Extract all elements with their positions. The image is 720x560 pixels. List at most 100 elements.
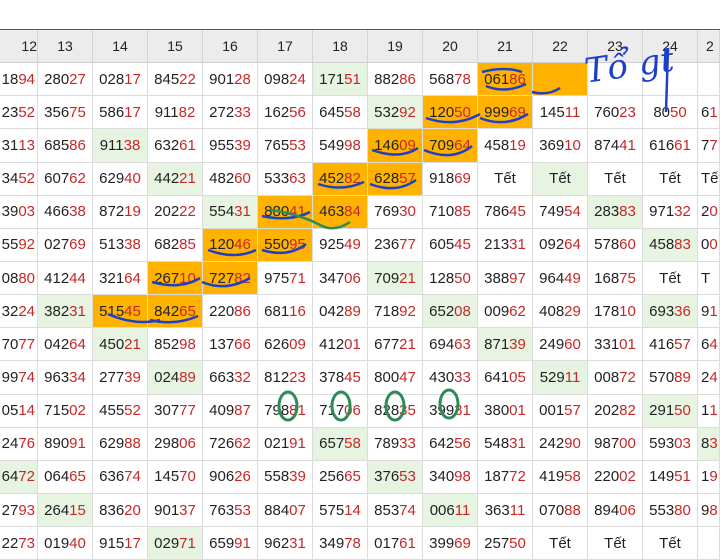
number-tail: 08 (454, 302, 471, 320)
number-head: 6 (701, 335, 710, 353)
number-tail: 71 (289, 269, 306, 287)
result-cell: 34 52 (0, 162, 38, 196)
number-head: 029 (154, 534, 180, 552)
result-cell: 482 60 (203, 162, 258, 196)
number-tail: 53 (399, 468, 416, 486)
result-cell: 749 54 (533, 195, 588, 229)
number-head: Tết (549, 170, 571, 188)
number-head: 463 (319, 203, 345, 221)
number-head: 042 (44, 335, 70, 353)
number-tail: 57 (564, 402, 581, 420)
number-head: 466 (44, 203, 70, 221)
result-cell: 24 76 (0, 427, 38, 461)
number-tail: 40 (69, 534, 86, 552)
number-head: 340 (429, 468, 455, 486)
number-tail: 74 (399, 501, 416, 519)
number-tail: 31 (289, 534, 306, 552)
number-head: 009 (484, 302, 510, 320)
result-cell: 213 31 (478, 228, 533, 262)
number-tail: 61 (674, 136, 691, 154)
number-head: 906 (209, 468, 235, 486)
number-head: 663 (209, 368, 235, 386)
number-head: 718 (374, 302, 400, 320)
number-tail: 17 (124, 103, 141, 121)
result-cell: Tết (588, 527, 643, 560)
number-head: Tết (494, 170, 516, 188)
number-head: 213 (484, 236, 510, 254)
number-head: 021 (264, 435, 290, 453)
number-head: 349 (319, 534, 345, 552)
number-head: 852 (154, 335, 180, 353)
number-head: 092 (539, 236, 565, 254)
number-tail: 37 (179, 501, 196, 519)
number-tail: 1 (709, 302, 718, 320)
number-tail: 71 (179, 534, 196, 552)
result-cell: 727 82 (203, 261, 258, 296)
number-tail: 39 (124, 368, 141, 386)
result-cell: 682 85 (148, 228, 203, 262)
day-header: 23 (588, 30, 643, 64)
result-cell: 61 (698, 96, 720, 130)
result-cell: 55 92 (0, 228, 38, 262)
number-head: 442 (154, 170, 180, 188)
number-head: 548 (484, 435, 510, 453)
result-cell: 884 07 (258, 493, 313, 528)
number-tail: 9 (709, 468, 718, 486)
result-cell: 277 39 (93, 361, 148, 395)
result-cell: 529 11 (533, 361, 588, 395)
result-cell: 607 62 (38, 162, 93, 196)
number-tail: 10 (179, 269, 196, 287)
number-tail: 90 (564, 435, 581, 453)
result-cell: 399 69 (423, 527, 478, 560)
result-cell: 593 03 (643, 427, 698, 461)
result-cell: 220 02 (588, 460, 643, 494)
number-tail: 60 (564, 335, 581, 353)
number-head: 652 (429, 302, 455, 320)
number-head: 693 (649, 302, 675, 320)
number-tail: 82 (234, 269, 251, 287)
number-tail: 09 (399, 136, 416, 154)
number-head: 298 (154, 435, 180, 453)
result-cell: 430 33 (423, 361, 478, 395)
number-head: 529 (539, 368, 565, 386)
result-cell: Tết (588, 162, 643, 196)
number-tail: 58 (344, 435, 361, 453)
number-head: 236 (374, 236, 400, 254)
number-tail: 63 (289, 170, 306, 188)
number-tail: 23 (289, 368, 306, 386)
number-head: 659 (209, 534, 235, 552)
number-tail: 11 (564, 368, 581, 386)
result-cell: 31 13 (0, 129, 38, 163)
number-tail: 51 (344, 70, 361, 88)
result-cell: 009 62 (478, 295, 533, 329)
number-head: 901 (209, 70, 235, 88)
number-head: 399 (429, 402, 455, 420)
number-tail: 98 (179, 335, 196, 353)
result-cell: 845 22 (148, 63, 203, 97)
number-head: 578 (594, 236, 620, 254)
number-tail: 88 (124, 435, 141, 453)
number-head: 458 (484, 136, 510, 154)
number-tail: 01 (509, 402, 526, 420)
number-tail: 58 (564, 468, 581, 486)
number-tail: 1 (709, 402, 718, 420)
result-cell: 171 51 (313, 63, 368, 97)
result-cell: 64 72 (0, 460, 38, 494)
result-cell: 029 71 (148, 527, 203, 560)
number-head: 388 (484, 269, 510, 287)
result-cell: 08 80 (0, 261, 38, 296)
number-tail: 80 (674, 501, 691, 519)
number-head: 31 (1, 136, 19, 154)
result-cell: 380 01 (478, 394, 533, 428)
number-tail: 32 (234, 368, 251, 386)
number-head: 99 (1, 368, 19, 386)
number-tail: 24 (289, 70, 306, 88)
result-cell: 882 86 (368, 63, 423, 97)
number-tail: 41 (289, 203, 306, 221)
result-cell: 409 87 (203, 394, 258, 428)
number-tail: 64 (564, 236, 581, 254)
number-tail: 1 (709, 103, 718, 121)
number-head: 145 (154, 468, 180, 486)
number-head: 709 (429, 136, 455, 154)
number-head: 32 (1, 302, 19, 320)
